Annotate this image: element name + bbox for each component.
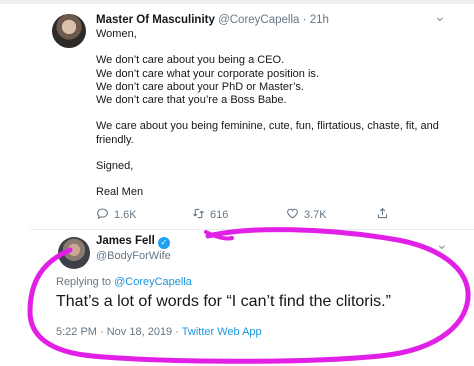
tweet-time[interactable]: 21h [310,14,329,26]
tweet-line: We don’t care about you being a CEO. [96,54,285,67]
tweet-line: We care about you being feminine, cute, … [96,120,439,133]
reply-source[interactable]: Twitter Web App [182,326,262,338]
tweet-body: Women, We don’t care about you being a C… [96,28,456,200]
chevron-down-icon[interactable]: ⌄ [434,8,446,25]
retweet-count: 616 [210,209,229,221]
tweet-line [96,173,456,186]
tweet-line: friendly. [96,133,134,146]
divider [30,229,474,230]
replying-prefix: Replying to [56,276,112,288]
retweet-action[interactable]: 616 [192,207,228,223]
top-edge [0,0,474,4]
tweet-line [96,41,456,54]
reply-timestamp[interactable]: 5:22 PM · Nov 18, 2019 · [56,326,179,338]
tweet-line: We don’t care that you’re a Boss Babe. [96,94,287,107]
reply-author-handle[interactable]: @BodyForWife [96,249,171,264]
author-name[interactable]: Master Of Masculinity [96,14,215,26]
reply-action[interactable]: 1.6K [96,207,137,223]
like-action[interactable]: 3.7K [286,207,327,223]
chevron-down-icon[interactable]: ⌄ [436,236,448,253]
replying-to: Replying to @CoreyCapella [56,276,192,288]
reply-text: That’s a lot of words for “I can’t find … [56,293,391,310]
tweet-line: Women, [96,28,137,40]
tweet-header: Master Of Masculinity @CoreyCapella · 21… [96,12,456,28]
tweet-line [96,147,456,160]
reply-icon [96,207,109,223]
tweet-line: Real Men [96,186,144,199]
verified-badge-icon: ✓ [157,237,170,249]
tweet-actions: 1.6K 616 3.7K [96,207,396,223]
heart-icon [286,207,299,223]
reply-count: 1.6K [114,209,137,221]
tweet-line: Signed, [96,160,134,173]
author-avatar[interactable] [52,14,86,48]
replying-to-link[interactable]: @CoreyCapella [114,276,192,288]
reply-header: James Fell ✓ @BodyForWife [96,234,171,264]
like-count: 3.7K [304,209,327,221]
author-handle[interactable]: @CoreyCapella [218,14,299,26]
share-action[interactable] [376,207,389,223]
reply-author-name[interactable]: James Fell [96,235,155,247]
retweet-icon [192,207,205,223]
share-icon [376,207,389,223]
reply-author-avatar[interactable] [58,237,90,269]
reply-timestamp-row: 5:22 PM · Nov 18, 2019 · Twitter Web App [56,326,262,338]
tweet-line: We don’t care about your PhD or Master’s… [96,80,304,93]
tweet-line: We don’t care what your corporate positi… [96,67,319,80]
header-separator: · [302,14,307,26]
tweet-line [96,107,456,120]
